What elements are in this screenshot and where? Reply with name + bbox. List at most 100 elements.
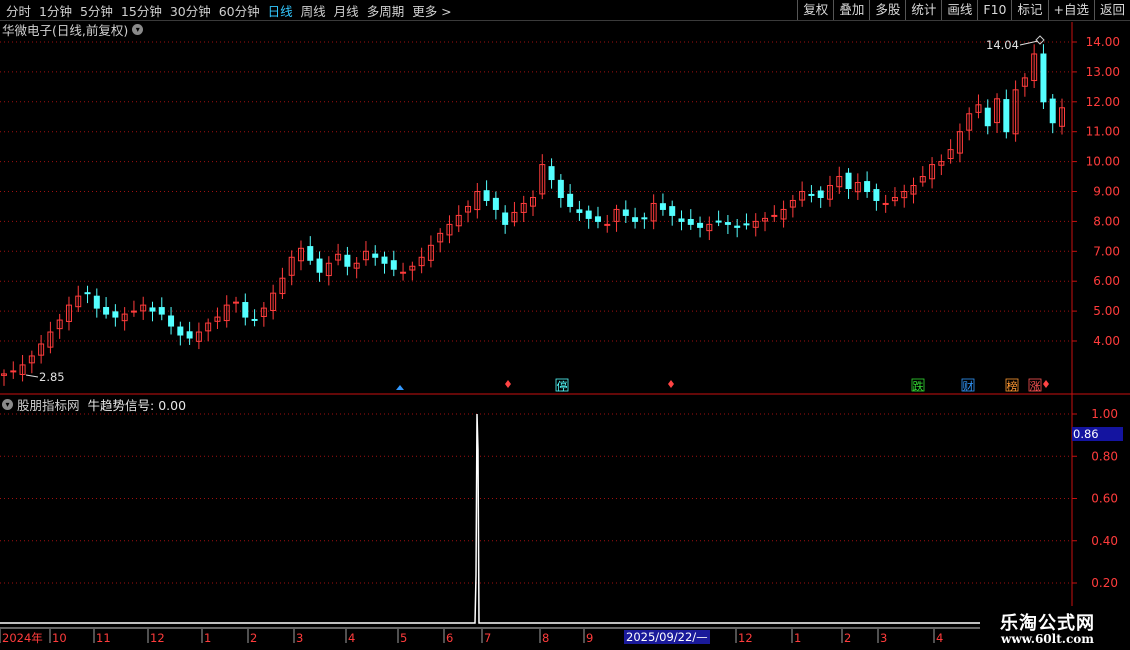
candle-body [316,258,323,273]
candle-body [186,331,193,339]
candle-body [93,295,100,309]
candle-body [622,209,629,216]
watermark-url: www.60lt.com [1001,632,1094,646]
candle-body [808,193,815,196]
candle-body [390,260,397,270]
candle-body [233,301,240,304]
time-tick-label: 10 [52,631,67,645]
event-marker-label: 涨 [1030,380,1041,393]
candle-body [724,222,731,225]
time-tick-label: 6 [446,631,453,645]
candle-body [112,311,119,318]
candle-body [771,214,778,217]
indicator-tick-label: 0.20 [1091,576,1118,590]
dollar-marker-icon [668,380,674,388]
price-tick-label: 9.00 [1093,185,1120,199]
time-tick-label: 2024年 [2,631,43,645]
candle-body [567,193,574,207]
candle-body [641,217,648,220]
candle-body [576,209,583,213]
time-tick-label: 1 [794,631,801,645]
candle-body [483,190,490,201]
indicator-tick-label: 1.00 [1091,407,1118,421]
time-tick-label: 3 [296,631,303,645]
candle-body [502,212,509,225]
low-price-label: 2.85 [39,370,65,384]
candle-body [1049,98,1056,124]
candle-body [817,190,824,198]
dollar-marker-icon [1043,380,1049,388]
event-marker-label: 财 [963,379,974,393]
time-tick-label: 4 [936,631,943,645]
high-price-label: 14.04 [986,38,1019,52]
candle-body [557,179,564,198]
indicator-tick-label: 0.60 [1091,492,1118,506]
candle-body [548,166,555,181]
candle-body [130,310,137,313]
dollar-marker-icon [505,380,511,388]
time-tick-label: 11 [96,631,111,645]
candle-body [307,246,314,261]
candle-body [715,220,722,223]
candle-body [158,307,165,315]
candle-body [845,172,852,190]
candle-body [400,271,407,274]
cursor-date-badge: 2025/09/22/— [624,630,710,644]
time-tick-label: 12 [738,631,753,645]
time-tick-label: 5 [400,631,407,645]
candle-body [734,225,741,228]
candle-body [873,189,880,201]
candle-body [10,370,17,373]
price-tick-label: 8.00 [1093,214,1120,228]
candle-body [882,202,889,205]
time-tick-label: 3 [880,631,887,645]
candle-body [149,307,156,312]
price-tick-label: 7.00 [1093,244,1120,258]
current-value-badge: 0.86 [1072,427,1123,441]
time-tick-label: 2 [250,631,257,645]
time-tick-label: 1 [204,631,211,645]
price-tick-label: 5.00 [1093,304,1120,318]
signal-line [0,413,980,624]
price-tick-label: 4.00 [1093,334,1120,348]
indicator-tick-label: 0.80 [1091,449,1118,463]
candle-body [242,302,249,318]
candle-body [697,222,704,228]
event-marker-label: 跌 [913,379,924,393]
price-chart[interactable]: 14.0013.0012.0011.0010.009.008.007.006.0… [0,0,1130,650]
candle-body [177,326,184,336]
candle-body [168,315,175,327]
price-tick-label: 13.00 [1086,65,1120,79]
candle-body [632,217,639,222]
low-price-arrow [25,374,39,378]
time-tick-label: 8 [542,631,549,645]
time-tick-label: 12 [150,631,165,645]
candle-body [678,218,685,222]
event-marker-label: 榜 [1007,379,1018,393]
candle-body [381,256,388,264]
candle-body [344,254,351,267]
price-tick-label: 12.00 [1086,95,1120,109]
candle-body [864,181,871,193]
price-tick-label: 14.00 [1086,35,1120,49]
indicator-tick-label: 0.40 [1091,534,1118,548]
candle-body [1003,99,1010,133]
time-tick-label: 4 [348,631,355,645]
price-tick-label: 10.00 [1086,155,1120,169]
candle-body [84,292,91,295]
diamond-icon [1035,35,1045,45]
triangle-marker-icon [396,385,404,390]
candle-body [103,307,110,315]
candle-body [585,210,592,219]
event-marker-label: 停 [557,379,568,393]
price-tick-label: 6.00 [1093,274,1120,288]
candle-body [743,223,750,226]
candle-body [604,223,611,226]
candle-body [594,216,601,222]
time-tick-label: 9 [586,631,593,645]
candle-body [492,197,499,210]
time-tick-label: 7 [484,631,491,645]
candle-body [984,107,991,127]
candle-body [1040,53,1047,103]
candle-body [372,253,379,258]
